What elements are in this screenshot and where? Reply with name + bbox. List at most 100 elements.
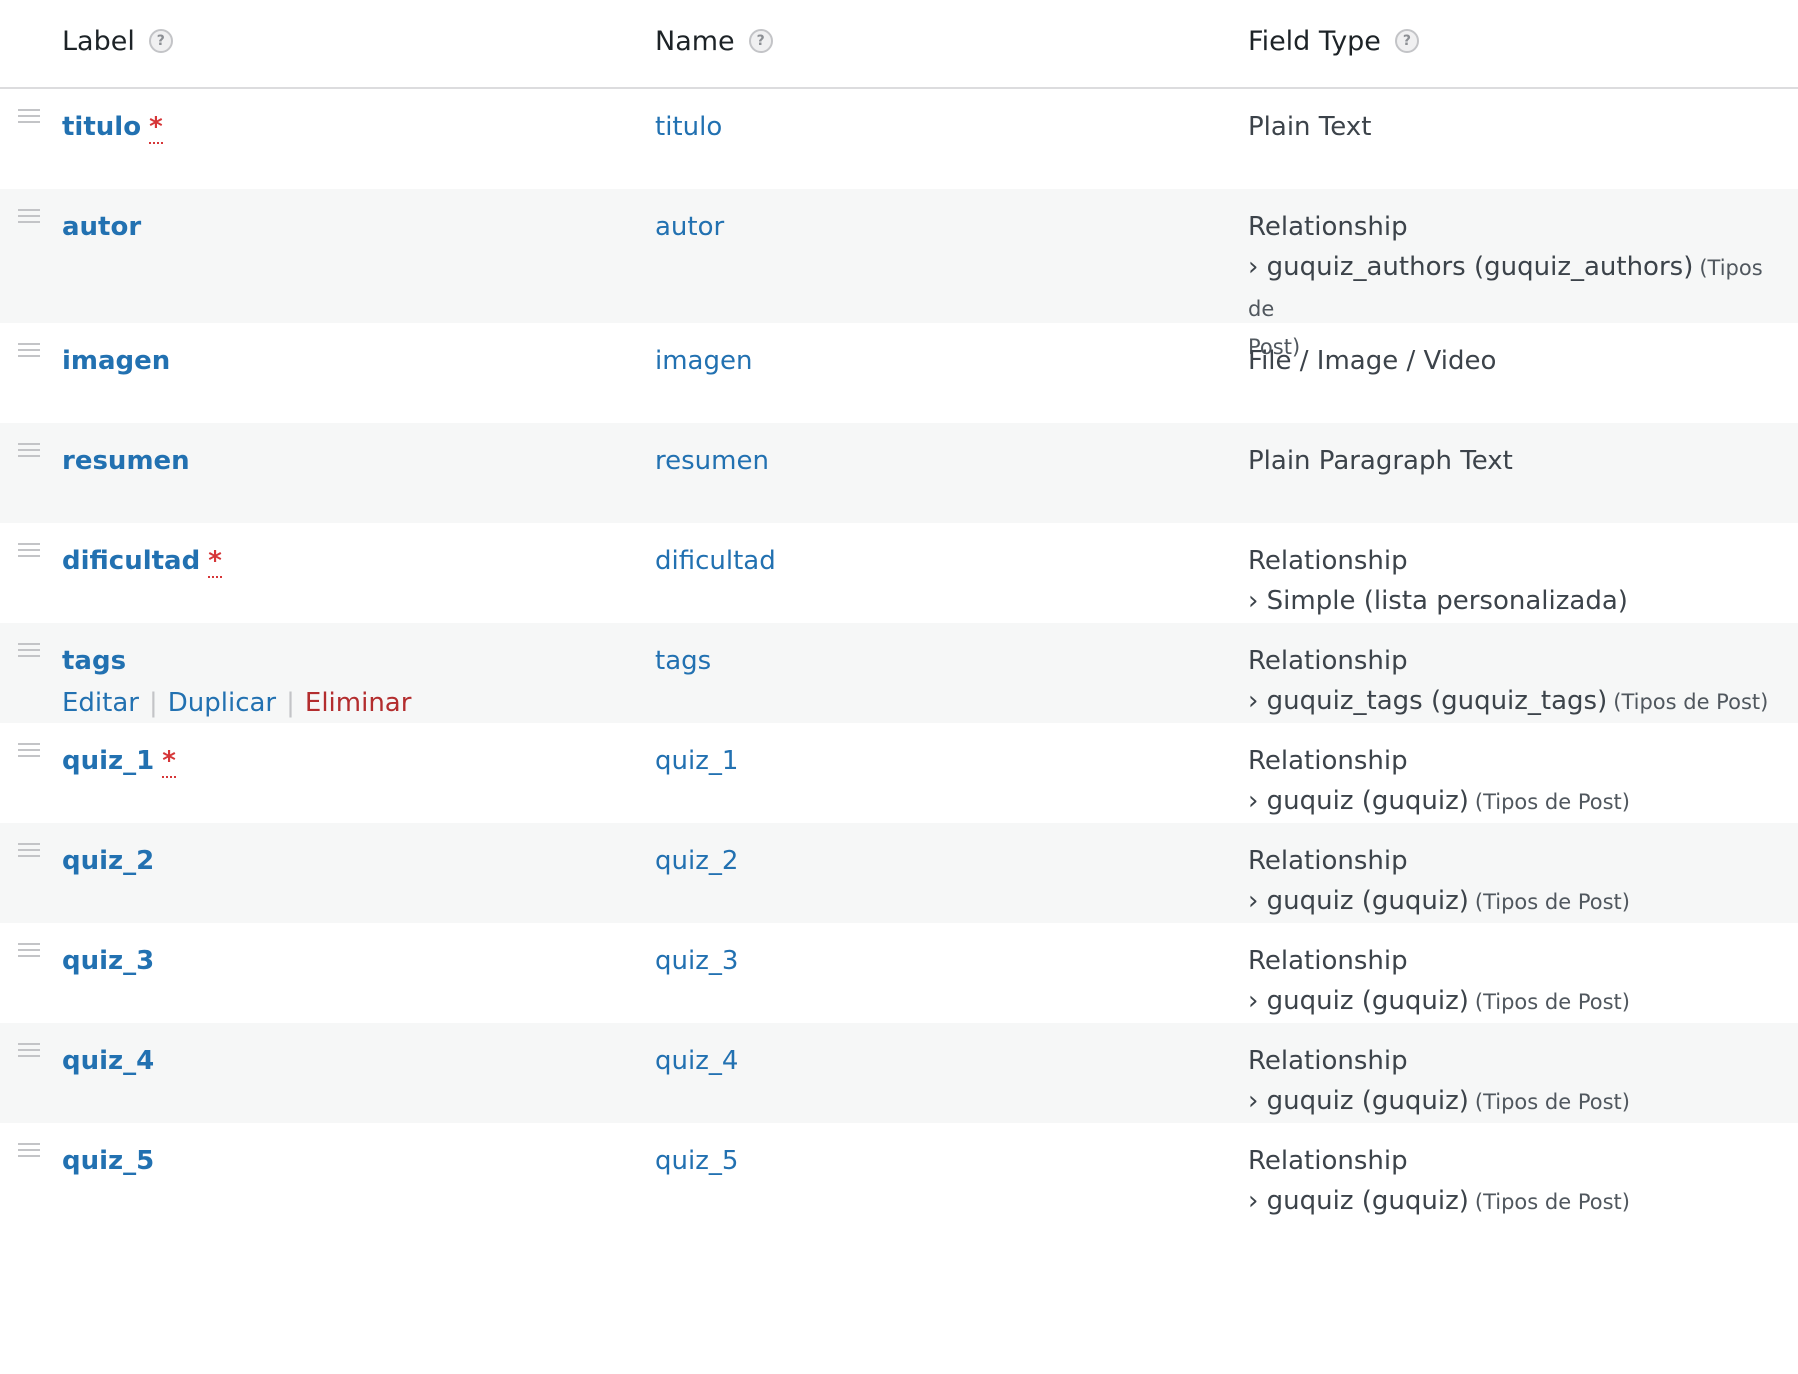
table-row: tags Editar | Duplicar | Eliminar tags Relation… — [0, 623, 1798, 723]
drag-handle-icon[interactable] — [18, 843, 40, 857]
label-cell: titulo * — [62, 107, 163, 147]
field-type: Plain Paragraph Text — [1248, 446, 1513, 476]
type-cell: Plain Text — [1248, 107, 1778, 147]
field-label-link[interactable]: quiz_5 — [62, 1146, 154, 1176]
field-type-detail: › guquiz (guquiz) (Tipos de Post) — [1248, 981, 1778, 1022]
drag-handle-icon[interactable] — [18, 443, 40, 457]
field-type: Relationship — [1248, 212, 1408, 242]
column-header-field-type: Field Type ? — [1248, 22, 1419, 60]
type-cell: File / Image / Video — [1248, 341, 1778, 381]
type-cell: Relationship › guquiz (guquiz) (Tipos de P… — [1248, 1141, 1778, 1222]
relationship-source: (Tipos de Post) — [1474, 990, 1630, 1014]
relationship-target: › guquiz (guquiz) — [1248, 986, 1469, 1016]
separator: | — [286, 688, 295, 718]
table-row: dificultad * dificultad Relationship › Simpl… — [0, 523, 1798, 654]
separator: | — [148, 688, 158, 718]
field-name: quiz_3 — [655, 946, 739, 976]
help-icon[interactable]: ? — [1394, 29, 1419, 53]
relationship-target: › guquiz (guquiz) — [1248, 1086, 1469, 1116]
column-header-field-type-text: Field Type — [1248, 25, 1381, 57]
field-type: Relationship — [1248, 946, 1408, 976]
field-label-link[interactable]: resumen — [62, 446, 190, 476]
field-type: File / Image / Video — [1248, 346, 1497, 376]
label-cell: quiz_2 — [62, 841, 154, 881]
name-cell: resumen — [655, 441, 769, 481]
field-type: Relationship — [1248, 1146, 1408, 1176]
help-icon[interactable]: ? — [148, 29, 173, 53]
field-name: quiz_1 — [655, 746, 739, 776]
column-header-name-text: Name — [655, 25, 735, 57]
field-name: quiz_4 — [655, 1046, 739, 1076]
relationship-target: › guquiz_tags (guquiz_tags) — [1248, 686, 1608, 716]
field-type: Relationship — [1248, 546, 1408, 576]
relationship-target: › guquiz (guquiz) — [1248, 886, 1469, 916]
label-cell: tags Editar | Duplicar | Eliminar — [62, 641, 411, 723]
required-marker: * — [162, 746, 176, 778]
table-row: resumen resumen Plain Paragraph Text — [0, 423, 1798, 523]
fields-table: Label ? Name ? Field Type ? titulo * titul… — [0, 0, 1798, 1223]
field-type: Relationship — [1248, 846, 1408, 876]
table-header: Label ? Name ? Field Type ? — [0, 0, 1798, 89]
field-label-link[interactable]: quiz_3 — [62, 946, 154, 976]
name-cell: tags — [655, 641, 711, 681]
relationship-source: (Tipos de Post) — [1474, 890, 1630, 914]
drag-handle-icon[interactable] — [18, 743, 40, 757]
type-cell: Plain Paragraph Text — [1248, 441, 1778, 481]
table-row: autor autor Relationship › guquiz_authors (… — [0, 189, 1798, 359]
field-type-detail: › guquiz_tags (guquiz_tags) (Tipos de Pos… — [1248, 681, 1778, 722]
drag-handle-icon[interactable] — [18, 209, 40, 223]
field-name: resumen — [655, 446, 769, 476]
field-type-detail: › guquiz (guquiz) (Tipos de Post) — [1248, 881, 1778, 922]
drag-handle-icon[interactable] — [18, 1043, 40, 1057]
name-cell: autor — [655, 207, 724, 247]
edit-link[interactable]: Editar — [62, 688, 139, 718]
field-type: Plain Text — [1248, 112, 1372, 142]
name-cell: dificultad — [655, 541, 776, 581]
type-cell: Relationship › guquiz (guquiz) (Tipos de P… — [1248, 941, 1778, 1022]
drag-handle-icon[interactable] — [18, 343, 40, 357]
drag-handle-icon[interactable] — [18, 943, 40, 957]
field-label-link[interactable]: quiz_2 — [62, 846, 154, 876]
label-cell: autor — [62, 207, 141, 247]
type-cell: Relationship › guquiz (guquiz) (Tipos de P… — [1248, 841, 1778, 922]
label-cell: resumen — [62, 441, 190, 481]
field-label-link[interactable]: titulo — [62, 112, 141, 142]
field-label-link[interactable]: quiz_1 — [62, 746, 154, 776]
label-cell: imagen — [62, 341, 170, 381]
drag-handle-icon[interactable] — [18, 643, 40, 657]
type-cell: Relationship › guquiz (guquiz) (Tipos de P… — [1248, 1041, 1778, 1122]
duplicate-link[interactable]: Duplicar — [168, 688, 276, 718]
name-cell: titulo — [655, 107, 722, 147]
field-name: titulo — [655, 112, 723, 142]
required-marker: * — [149, 112, 163, 144]
drag-handle-icon[interactable] — [18, 1143, 40, 1157]
relationship-source: (Tipos de Post) — [1474, 1190, 1630, 1214]
column-header-name: Name ? — [655, 22, 773, 60]
field-label-link[interactable]: autor — [62, 212, 141, 242]
field-label-link[interactable]: imagen — [62, 346, 170, 376]
field-type-detail: › guquiz (guquiz) (Tipos de Post) — [1248, 1081, 1778, 1122]
field-label-link[interactable]: quiz_4 — [62, 1046, 154, 1076]
column-header-label: Label ? — [62, 22, 173, 60]
relationship-target: › guquiz_authors (guquiz_authors) — [1248, 252, 1694, 282]
relationship-source: (Tipos de Post) — [1474, 790, 1630, 814]
field-type: Relationship — [1248, 1046, 1408, 1076]
field-label-link[interactable]: tags — [62, 646, 126, 676]
type-cell: Relationship › guquiz_tags (guquiz_tags)(… — [1248, 641, 1778, 722]
name-cell: imagen — [655, 341, 752, 381]
table-body: titulo * titulo Plain Text autor autor Relatio… — [0, 89, 1798, 1223]
drag-handle-icon[interactable] — [18, 543, 40, 557]
field-label-link[interactable]: dificultad — [62, 546, 200, 576]
drag-handle-icon[interactable] — [18, 109, 40, 123]
table-row: quiz_2 quiz_2 Relationship › guquiz (guquiz… — [0, 823, 1798, 923]
table-row: quiz_3 quiz_3 Relationship › guquiz (guquiz… — [0, 923, 1798, 1023]
row-actions: Editar | Duplicar | Eliminar — [62, 683, 411, 723]
name-cell: quiz_5 — [655, 1141, 738, 1181]
label-cell: quiz_5 — [62, 1141, 154, 1181]
delete-link[interactable]: Eliminar — [305, 688, 412, 718]
relationship-target: › guquiz (guquiz) — [1248, 1186, 1469, 1216]
table-row: quiz_5 quiz_5 Relationship › guquiz (guquiz… — [0, 1123, 1798, 1223]
help-icon[interactable]: ? — [748, 29, 773, 53]
relationship-target: › Simple (lista personalizada) — [1248, 586, 1628, 616]
field-type-detail: › guquiz (guquiz) (Tipos de Post) — [1248, 781, 1778, 822]
